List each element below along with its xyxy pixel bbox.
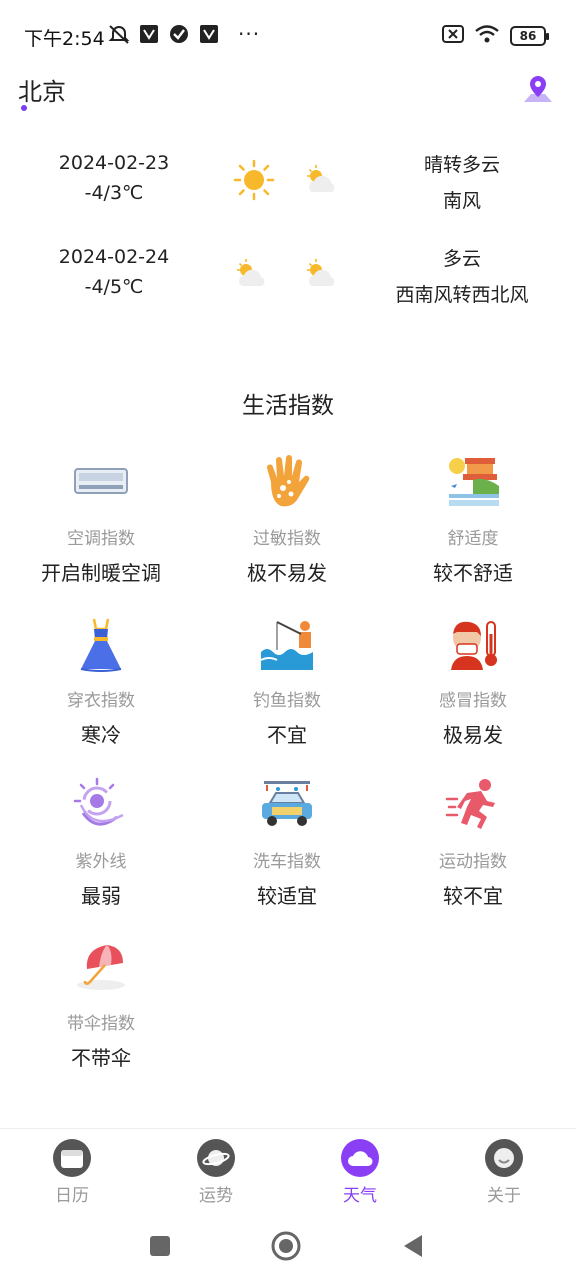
life-index-value: 不带伞 [71,1045,131,1070]
life-index-item[interactable]: 洗车指数 较适宜 [194,773,380,935]
status-notification-icons: ··· [108,22,260,46]
comfort-scenery-icon [441,450,505,514]
status-bar: 下午2:54 ··· 86 [0,0,576,72]
forecast-date: 2024-02-23 [58,152,170,174]
air-conditioner-icon [69,450,133,514]
life-index-label: 洗车指数 [253,852,321,872]
cold-thermometer-icon [441,612,505,676]
life-index-value: 极易发 [443,722,503,747]
life-index-item[interactable]: 带伞指数 不带伞 [8,935,194,1097]
nav-label: 日历 [55,1186,89,1206]
partly-cloudy-icon [302,160,342,200]
life-index-label: 钓鱼指数 [253,690,321,711]
location-map-icon[interactable] [520,72,556,108]
life-index-label: 运动指数 [439,852,507,872]
allergy-hand-icon [255,450,319,514]
life-index-value: 寒冷 [81,722,121,747]
calendar-icon [53,1139,91,1177]
nav-label: 运势 [199,1186,233,1206]
more-notifications-icon: ··· [238,22,261,46]
forecast-condition: 多云 [442,248,481,270]
uv-icon [69,773,133,837]
forecast-date: 2024-02-24 [58,246,170,268]
forecast-wind: 西南风转西北风 [395,284,529,306]
nav-item-about[interactable]: 关于 [432,1129,576,1210]
city-name[interactable]: 北京 [18,72,66,107]
forecast-row: 2024-02-23 -4/3℃ 晴转多云 南风 [0,148,576,228]
no-sim-icon [442,25,464,47]
umbrella-icon [69,935,133,999]
running-icon [441,773,505,837]
bottom-navigation: 日历 运势 天气 关于 [0,1128,576,1210]
life-index-value: 较适宜 [257,884,317,908]
life-index-label: 舒适度 [447,529,499,549]
life-index-item[interactable]: 运动指数 较不宜 [380,773,566,935]
life-index-grid: 空调指数 开启制暖空调 过敏指数 极不易发 舒适度 较不舒适 穿衣指数 寒冷 钓… [8,450,566,1096]
life-index-label: 带伞指数 [67,1013,135,1034]
fishing-icon [255,612,319,676]
partly-cloudy-icon [232,254,276,298]
bell-muted-icon [108,23,130,45]
life-index-item[interactable]: 钓鱼指数 不宜 [194,612,380,774]
status-time: 下午2:54 [24,28,105,50]
sun-icon [232,158,276,202]
forecast-wind: 南风 [442,190,481,212]
system-navigation-bar [0,1210,576,1280]
app-notification-icon [138,23,160,45]
life-index-value: 极不易发 [247,561,327,585]
life-index-label: 感冒指数 [439,690,507,711]
life-index-item[interactable]: 舒适度 较不舒适 [380,450,566,612]
battery-level: 86 [519,29,537,43]
life-index-item[interactable]: 过敏指数 极不易发 [194,450,380,612]
nav-label: 关于 [487,1186,521,1206]
life-index-value: 较不舒适 [433,561,513,585]
forecast-temp: -4/3℃ [84,182,144,204]
nav-item-fortune[interactable]: 运势 [144,1129,288,1210]
forecast-condition: 晴转多云 [423,154,500,176]
life-index-label: 紫外线 [75,852,127,872]
page-indicator-dot [21,105,27,111]
life-index-item[interactable]: 感冒指数 极易发 [380,612,566,774]
life-index-item[interactable]: 空调指数 开启制暖空调 [8,450,194,612]
forecast-temp: -4/5℃ [84,276,144,298]
nav-label: 天气 [343,1186,377,1206]
car-wash-icon [255,773,319,837]
recent-apps-button[interactable] [144,1230,176,1262]
life-index-item[interactable]: 穿衣指数 寒冷 [8,612,194,774]
battery-icon: 86 [510,26,549,46]
nav-item-calendar[interactable]: 日历 [0,1129,144,1210]
life-index-title: 生活指数 [242,393,334,419]
life-index-label: 过敏指数 [253,529,321,549]
partly-cloudy-icon [302,254,342,294]
app-notification-icon-2 [198,23,220,45]
back-button[interactable] [396,1230,428,1262]
nav-item-weather[interactable]: 天气 [288,1129,432,1210]
life-index-label: 穿衣指数 [67,690,135,711]
check-circle-icon [168,23,190,45]
forecast-row: 2024-02-24 -4/5℃ 多云 西南风转西北风 [0,242,576,322]
life-index-label: 空调指数 [67,529,135,549]
life-index-item[interactable]: 紫外线 最弱 [8,773,194,935]
life-index-value: 开启制暖空调 [41,561,161,585]
status-system-icons: 86 [442,24,549,48]
life-index-value: 不宜 [267,722,307,747]
about-icon [485,1139,523,1177]
wifi-icon [474,24,500,48]
life-index-value: 较不宜 [443,884,503,908]
planet-icon [197,1139,235,1177]
cloud-icon [341,1139,379,1177]
dress-icon [69,612,133,676]
life-index-value: 最弱 [81,884,121,908]
home-button[interactable] [270,1230,302,1262]
